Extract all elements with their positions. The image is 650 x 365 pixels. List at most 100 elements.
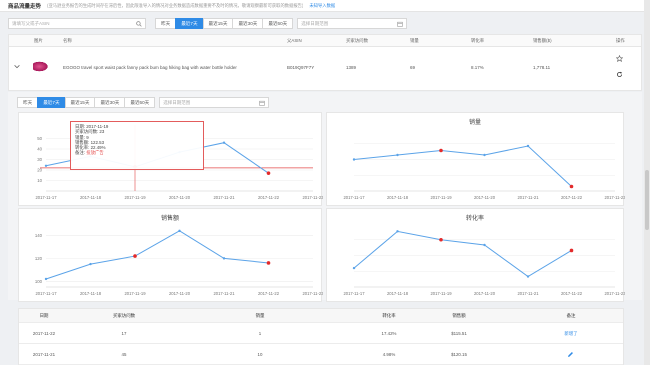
- x-tick-label: 2017-11-20: [474, 291, 496, 296]
- x-tick-label: 2017-11-23: [604, 291, 625, 296]
- date-range-placeholder: 选择日期范围: [301, 20, 329, 26]
- sales-value: 69: [410, 65, 416, 70]
- chevron-down-icon[interactable]: [14, 64, 20, 69]
- detail-date-range-input[interactable]: 选择日期范围: [159, 97, 270, 108]
- col-note: 备注: [566, 313, 576, 318]
- product-row: EGOGO travel sport waist pack fanny pack…: [9, 47, 641, 91]
- data-point: [396, 230, 399, 233]
- date-range-input[interactable]: 选择日期范围: [297, 18, 408, 29]
- cell-date: 2017-11-21: [32, 352, 56, 357]
- col-visits: 买家访问数: [113, 313, 135, 318]
- data-point: [569, 248, 574, 253]
- cell-revenue: $120.15: [451, 352, 467, 357]
- data-point: [439, 148, 443, 153]
- data-point: [222, 257, 226, 260]
- x-tick-label: 2017-11-17: [343, 195, 365, 200]
- range-tab[interactable]: 最近30天: [232, 18, 264, 29]
- cell-note-link[interactable]: 新增了: [564, 331, 577, 337]
- range-tab[interactable]: 最近15天: [202, 18, 234, 29]
- y-tick-label: 30: [37, 157, 42, 162]
- range-tab-active[interactable]: 最近7天: [37, 97, 66, 108]
- chart-title: 销量: [468, 120, 481, 126]
- col-units: 销量: [255, 313, 265, 318]
- col-conversion: 转化率: [471, 38, 485, 43]
- chart-card-sales: 销量 2017-11-17 2017-11-18 2017-11-19 2017-11…: [326, 112, 626, 206]
- x-tick-label: 2017-11-19: [124, 291, 146, 296]
- range-tab[interactable]: 最近60天: [262, 18, 294, 29]
- y-tick-label: 50: [37, 136, 42, 141]
- revenue-value: 1,778.11: [533, 65, 551, 70]
- x-tick-label: 2017-11-20: [169, 291, 191, 296]
- data-point: [44, 164, 48, 167]
- tooltip-note-label: 备注:: [75, 150, 86, 156]
- x-tick-label: 2017-11-21: [213, 195, 235, 200]
- cell-visits: 45: [121, 352, 127, 357]
- range-tab[interactable]: 最近30天: [94, 97, 126, 108]
- x-tick-label: 2017-11-17: [35, 291, 57, 296]
- x-tick-label: 2017-11-20: [169, 195, 191, 200]
- data-point: [396, 153, 399, 157]
- search-input[interactable]: 请填写父或子ASIN: [8, 18, 146, 29]
- data-point: [483, 153, 486, 157]
- star-icon[interactable]: [616, 55, 623, 62]
- range-tab-active[interactable]: 最近7天: [175, 18, 204, 29]
- col-conversion: 转化率: [382, 313, 396, 318]
- calendar-icon: [397, 21, 403, 27]
- chart-tooltip: 日期: 2017-11-19 买家访问数: 23 销量: 9 销售额: 122.…: [70, 121, 204, 170]
- x-tick-label: 2017-11-19: [430, 291, 452, 296]
- col-image: 图片: [34, 38, 43, 43]
- page-scrollbar[interactable]: [644, 0, 650, 365]
- y-tick-label: 140: [35, 233, 43, 238]
- table-row: 2017-11-22 17 1 17.42% $115.51 新增了: [19, 323, 623, 344]
- data-point: [44, 277, 48, 281]
- cell-date: 2017-11-22: [32, 331, 56, 336]
- y-tick-label: 120: [35, 256, 43, 261]
- col-date: 日期: [39, 313, 49, 318]
- data-point: [222, 141, 226, 144]
- x-tick-label: 2017-11-21: [517, 195, 539, 200]
- cell-visits: 17: [121, 331, 127, 336]
- header-link[interactable]: 未知导入数据: [309, 3, 335, 9]
- x-tick-label: 2017-11-23: [302, 195, 323, 200]
- data-point: [266, 171, 271, 175]
- x-tick-label: 2017-11-18: [387, 291, 409, 296]
- x-tick-label: 2017-11-17: [343, 291, 365, 296]
- data-point: [483, 243, 486, 247]
- x-tick-label: 2017-11-21: [517, 291, 539, 296]
- product-name: EGOGO travel sport waist pack fanny pack…: [63, 65, 237, 70]
- search-icon[interactable]: [136, 20, 142, 27]
- data-point: [526, 275, 530, 278]
- x-tick-label: 2017-11-18: [80, 195, 102, 200]
- range-tab[interactable]: 最近60天: [124, 97, 156, 108]
- data-point: [352, 158, 356, 161]
- range-tab[interactable]: 昨天: [17, 97, 39, 108]
- range-tab[interactable]: 最近15天: [64, 97, 96, 108]
- chart-title: 转化率: [465, 216, 484, 222]
- page-title: 商品流量走势: [8, 3, 42, 10]
- range-tabs: 昨天 最近7天 最近15天 最近30天 最近60天: [155, 18, 294, 29]
- x-tick-label: 2017-11-21: [213, 291, 235, 296]
- page-header: 商品流量走势 (亚马逊业务报告的生成时间存在滞后性，因此限准导入的情况对业务数据…: [0, 0, 650, 12]
- pencil-icon[interactable]: [567, 351, 574, 358]
- cell-units: 1: [258, 331, 262, 336]
- calendar-icon: [259, 100, 265, 106]
- range-tab[interactable]: 昨天: [155, 18, 177, 29]
- data-point: [178, 229, 181, 233]
- sales-line-chart: 2017-11-17 2017-11-18 2017-11-19 2017-11-20…: [343, 143, 626, 200]
- cell-units: 10: [257, 352, 263, 357]
- daily-data-table: 日期 买家访问数 销量 转化率 销售额 备注 2017-11-22 17 1 1…: [18, 308, 624, 365]
- col-sales: 销量: [410, 38, 419, 43]
- x-tick-label: 2017-11-23: [604, 195, 625, 200]
- tooltip-note-value: 投放广告: [86, 150, 104, 156]
- cell-conversion: 4.98%: [382, 352, 396, 357]
- series-line: [45, 230, 269, 280]
- refresh-icon[interactable]: [616, 71, 623, 78]
- data-point: [89, 262, 92, 266]
- revenue-line-chart: 140 120 100 2017-11-17 2017-11-18 2017-11-19 2…: [35, 229, 324, 296]
- scrollbar-thumb[interactable]: [645, 170, 649, 230]
- visits-value: 1389: [346, 65, 357, 70]
- table-header-row: 日期 买家访问数 销量 转化率 销售额 备注: [19, 309, 623, 323]
- x-tick-label: 2017-11-22: [561, 195, 583, 200]
- chart-card-revenue: 销售额 140 120 100 2017-11-17 2017-11-18 2017-11…: [18, 208, 324, 302]
- parent-asin: B019Q97F7Y: [287, 65, 315, 70]
